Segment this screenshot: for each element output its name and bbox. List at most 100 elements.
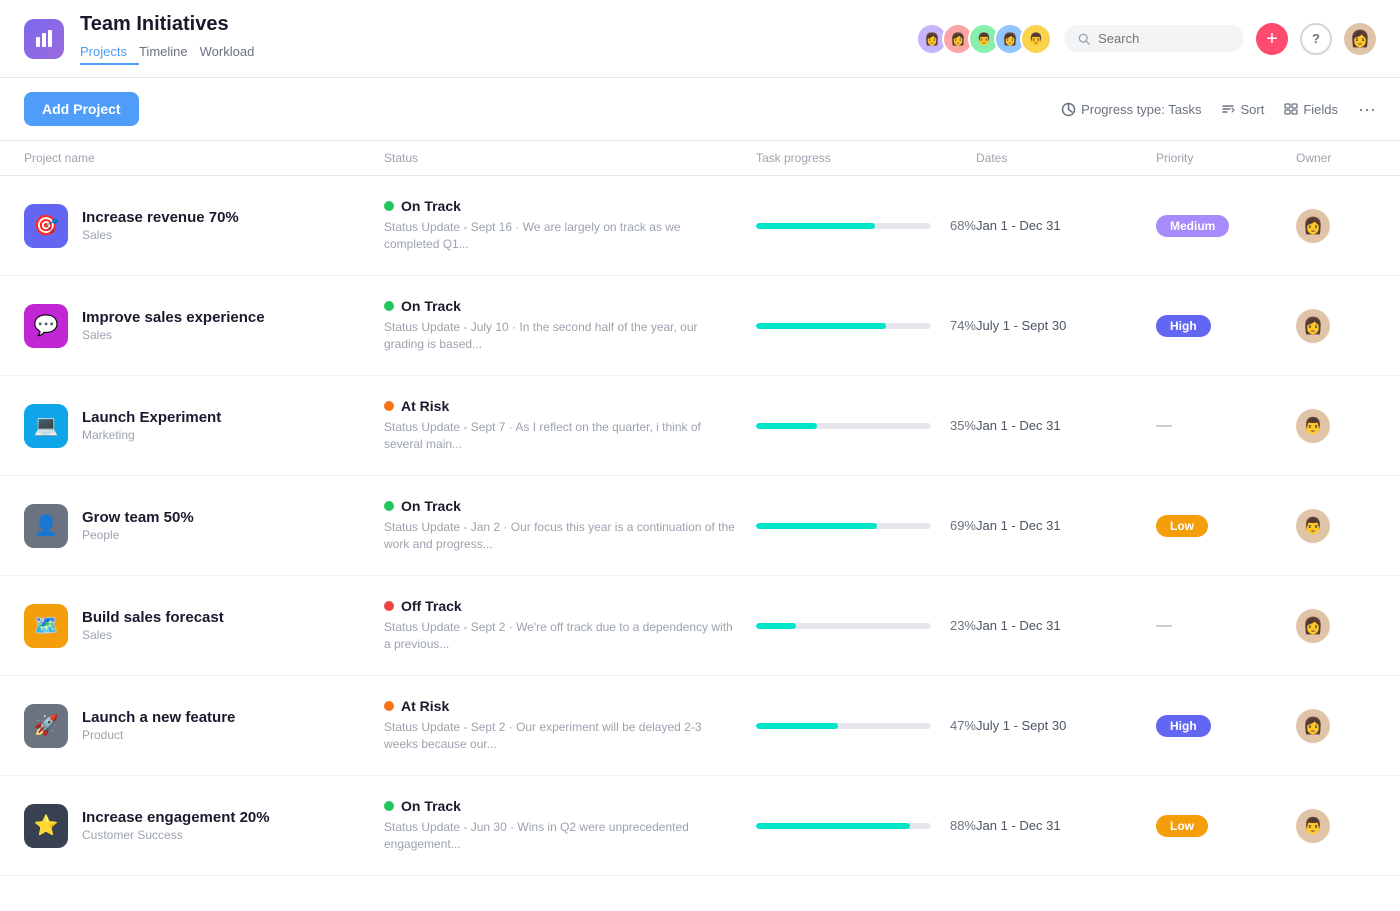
table-row[interactable]: 💻 Launch Experiment Marketing At Risk St… [0, 376, 1400, 476]
more-options-button[interactable]: ··· [1358, 99, 1376, 120]
project-team: Marketing [82, 428, 221, 442]
add-button[interactable]: + [1256, 23, 1288, 55]
header-title-area: Team Initiatives Projects Timeline Workl… [80, 12, 900, 65]
progress-bar-fill [756, 223, 875, 229]
status-cell: On Track Status Update - Jan 2 · Our foc… [384, 498, 756, 553]
table-row[interactable]: 🗺️ Build sales forecast Sales Off Track … [0, 576, 1400, 676]
progress-bar-bg [756, 723, 931, 729]
table-row[interactable]: 👤 Grow team 50% People On Track Status U… [0, 476, 1400, 576]
project-info: Increase revenue 70% Sales [82, 209, 239, 242]
priority-cell: — [1156, 417, 1296, 435]
project-name: Launch a new feature [82, 709, 235, 726]
sort-action[interactable]: Sort [1221, 102, 1264, 117]
help-button[interactable]: ? [1300, 23, 1332, 55]
status-label: On Track [401, 298, 461, 314]
table-row[interactable]: 🎯 Increase revenue 70% Sales On Track St… [0, 176, 1400, 276]
header-nav: Projects Timeline Workload [80, 40, 900, 65]
progress-bar-fill [756, 523, 877, 529]
status-dot [384, 601, 394, 611]
project-team: Sales [82, 628, 224, 642]
priority-badge: High [1156, 715, 1211, 737]
status-dot [384, 401, 394, 411]
progress-pct: 69% [941, 518, 976, 533]
owner-avatar: 👨 [1296, 509, 1330, 543]
table-body: 🎯 Increase revenue 70% Sales On Track St… [0, 176, 1400, 876]
status-dot [384, 201, 394, 211]
priority-cell: Medium [1156, 215, 1296, 237]
status-dot [384, 501, 394, 511]
table-row[interactable]: 💬 Improve sales experience Sales On Trac… [0, 276, 1400, 376]
user-avatar[interactable]: 👩 [1344, 23, 1376, 55]
status-dot [384, 301, 394, 311]
priority-badge: High [1156, 315, 1211, 337]
project-name-cell: 💬 Improve sales experience Sales [24, 304, 384, 348]
project-name: Increase engagement 20% [82, 809, 270, 826]
nav-workload[interactable]: Workload [200, 40, 267, 65]
project-info: Increase engagement 20% Customer Success [82, 809, 270, 842]
status-update: Status Update - Sept 16 · We are largely… [384, 219, 736, 253]
progress-type-action[interactable]: Progress type: Tasks [1061, 102, 1201, 117]
owner-cell: 👩 [1296, 709, 1376, 743]
fields-action[interactable]: Fields [1284, 102, 1338, 117]
status-label: On Track [401, 198, 461, 214]
progress-pct: 74% [941, 318, 976, 333]
status-indicator: On Track [384, 198, 736, 214]
project-icon: ⭐ [24, 804, 68, 848]
toolbar-right: Progress type: Tasks Sort Fields ··· [1061, 99, 1376, 120]
status-label: Off Track [401, 598, 462, 614]
add-project-button[interactable]: Add Project [24, 92, 139, 126]
progress-cell: 23% [756, 618, 976, 633]
status-indicator: On Track [384, 798, 736, 814]
project-name: Improve sales experience [82, 309, 265, 326]
status-cell: Off Track Status Update - Sept 2 · We're… [384, 598, 756, 653]
search-box[interactable] [1064, 25, 1244, 52]
project-icon: 🎯 [24, 204, 68, 248]
priority-badge: Medium [1156, 215, 1229, 237]
dates-cell: Jan 1 - Dec 31 [976, 418, 1156, 433]
dates-cell: Jan 1 - Dec 31 [976, 818, 1156, 833]
status-update: Status Update - Jan 2 · Our focus this y… [384, 519, 736, 553]
project-info: Build sales forecast Sales [82, 609, 224, 642]
priority-cell: Low [1156, 815, 1296, 837]
progress-cell: 68% [756, 218, 976, 233]
priority-cell: Low [1156, 515, 1296, 537]
progress-bar-fill [756, 323, 886, 329]
sort-icon [1221, 102, 1235, 116]
status-update: Status Update - Jun 30 · Wins in Q2 were… [384, 819, 736, 853]
status-update: Status Update - Sept 7 · As I reflect on… [384, 419, 736, 453]
project-name: Increase revenue 70% [82, 209, 239, 226]
progress-pct: 88% [941, 818, 976, 833]
avatar: 👨 [1020, 23, 1052, 55]
project-name-cell: 🎯 Increase revenue 70% Sales [24, 204, 384, 248]
table-row[interactable]: ⭐ Increase engagement 20% Customer Succe… [0, 776, 1400, 876]
project-name-cell: 💻 Launch Experiment Marketing [24, 404, 384, 448]
progress-cell: 88% [756, 818, 976, 833]
progress-bar-bg [756, 523, 931, 529]
project-icon: 💻 [24, 404, 68, 448]
status-indicator: Off Track [384, 598, 736, 614]
status-cell: At Risk Status Update - Sept 2 · Our exp… [384, 698, 756, 753]
progress-pct: 47% [941, 718, 976, 733]
priority-cell: High [1156, 315, 1296, 337]
owner-avatar: 👨 [1296, 809, 1330, 843]
status-cell: On Track Status Update - July 10 · In th… [384, 298, 756, 353]
owner-avatar: 👨 [1296, 409, 1330, 443]
progress-pct: 23% [941, 618, 976, 633]
owner-cell: 👨 [1296, 409, 1376, 443]
search-input[interactable] [1098, 31, 1230, 46]
priority-badge: Low [1156, 815, 1208, 837]
nav-projects[interactable]: Projects [80, 40, 139, 65]
progress-cell: 47% [756, 718, 976, 733]
progress-bar-bg [756, 823, 931, 829]
nav-timeline[interactable]: Timeline [139, 40, 200, 65]
header-right: 👩 👩 👨 👩 👨 + ? 👩 [916, 23, 1376, 55]
table-row[interactable]: 🚀 Launch a new feature Product At Risk S… [0, 676, 1400, 776]
progress-bar-bg [756, 223, 931, 229]
owner-avatar: 👩 [1296, 309, 1330, 343]
status-cell: On Track Status Update - Jun 30 · Wins i… [384, 798, 756, 853]
col-dates: Dates [976, 151, 1156, 165]
project-team: Customer Success [82, 828, 270, 842]
team-avatars: 👩 👩 👨 👩 👨 [916, 23, 1052, 55]
progress-type-icon [1061, 102, 1076, 117]
project-name: Grow team 50% [82, 509, 194, 526]
